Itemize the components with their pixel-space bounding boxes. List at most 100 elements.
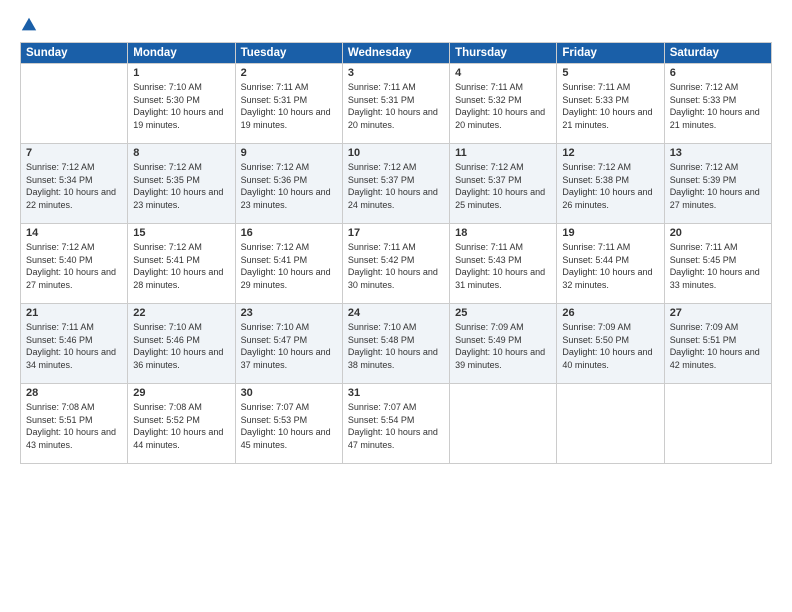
day-info: Sunrise: 7:12 AMSunset: 5:39 PMDaylight:… [670, 162, 760, 210]
day-cell: 20 Sunrise: 7:11 AMSunset: 5:45 PMDaylig… [664, 224, 771, 304]
day-number: 3 [348, 67, 444, 79]
header-cell-friday: Friday [557, 43, 664, 64]
day-cell [664, 384, 771, 464]
day-cell: 17 Sunrise: 7:11 AMSunset: 5:42 PMDaylig… [342, 224, 449, 304]
header-cell-monday: Monday [128, 43, 235, 64]
day-cell: 16 Sunrise: 7:12 AMSunset: 5:41 PMDaylig… [235, 224, 342, 304]
week-row-3: 14 Sunrise: 7:12 AMSunset: 5:40 PMDaylig… [21, 224, 772, 304]
header-cell-sunday: Sunday [21, 43, 128, 64]
day-info: Sunrise: 7:11 AMSunset: 5:43 PMDaylight:… [455, 242, 545, 290]
day-info: Sunrise: 7:11 AMSunset: 5:31 PMDaylight:… [348, 82, 438, 130]
day-info: Sunrise: 7:07 AMSunset: 5:54 PMDaylight:… [348, 402, 438, 450]
week-row-4: 21 Sunrise: 7:11 AMSunset: 5:46 PMDaylig… [21, 304, 772, 384]
day-number: 10 [348, 147, 444, 159]
day-info: Sunrise: 7:11 AMSunset: 5:42 PMDaylight:… [348, 242, 438, 290]
day-number: 17 [348, 227, 444, 239]
day-number: 23 [241, 307, 337, 319]
day-info: Sunrise: 7:09 AMSunset: 5:51 PMDaylight:… [670, 322, 760, 370]
day-info: Sunrise: 7:12 AMSunset: 5:36 PMDaylight:… [241, 162, 331, 210]
day-info: Sunrise: 7:12 AMSunset: 5:37 PMDaylight:… [455, 162, 545, 210]
day-info: Sunrise: 7:08 AMSunset: 5:51 PMDaylight:… [26, 402, 116, 450]
header-cell-wednesday: Wednesday [342, 43, 449, 64]
calendar-table: SundayMondayTuesdayWednesdayThursdayFrid… [20, 42, 772, 464]
day-cell: 18 Sunrise: 7:11 AMSunset: 5:43 PMDaylig… [450, 224, 557, 304]
logo [20, 16, 40, 34]
day-cell: 8 Sunrise: 7:12 AMSunset: 5:35 PMDayligh… [128, 144, 235, 224]
day-number: 28 [26, 387, 122, 399]
day-cell: 30 Sunrise: 7:07 AMSunset: 5:53 PMDaylig… [235, 384, 342, 464]
day-number: 27 [670, 307, 766, 319]
day-info: Sunrise: 7:12 AMSunset: 5:41 PMDaylight:… [133, 242, 223, 290]
day-info: Sunrise: 7:10 AMSunset: 5:30 PMDaylight:… [133, 82, 223, 130]
day-cell: 10 Sunrise: 7:12 AMSunset: 5:37 PMDaylig… [342, 144, 449, 224]
day-number: 14 [26, 227, 122, 239]
day-cell [21, 64, 128, 144]
day-cell: 15 Sunrise: 7:12 AMSunset: 5:41 PMDaylig… [128, 224, 235, 304]
day-info: Sunrise: 7:07 AMSunset: 5:53 PMDaylight:… [241, 402, 331, 450]
day-cell: 4 Sunrise: 7:11 AMSunset: 5:32 PMDayligh… [450, 64, 557, 144]
day-cell: 1 Sunrise: 7:10 AMSunset: 5:30 PMDayligh… [128, 64, 235, 144]
day-number: 13 [670, 147, 766, 159]
day-info: Sunrise: 7:12 AMSunset: 5:41 PMDaylight:… [241, 242, 331, 290]
day-cell: 29 Sunrise: 7:08 AMSunset: 5:52 PMDaylig… [128, 384, 235, 464]
header [20, 16, 772, 34]
day-cell: 12 Sunrise: 7:12 AMSunset: 5:38 PMDaylig… [557, 144, 664, 224]
day-number: 6 [670, 67, 766, 79]
day-info: Sunrise: 7:11 AMSunset: 5:32 PMDaylight:… [455, 82, 545, 130]
day-info: Sunrise: 7:12 AMSunset: 5:37 PMDaylight:… [348, 162, 438, 210]
header-cell-thursday: Thursday [450, 43, 557, 64]
calendar-header: SundayMondayTuesdayWednesdayThursdayFrid… [21, 43, 772, 64]
day-info: Sunrise: 7:08 AMSunset: 5:52 PMDaylight:… [133, 402, 223, 450]
day-number: 21 [26, 307, 122, 319]
header-cell-tuesday: Tuesday [235, 43, 342, 64]
day-number: 31 [348, 387, 444, 399]
day-cell: 2 Sunrise: 7:11 AMSunset: 5:31 PMDayligh… [235, 64, 342, 144]
day-cell: 6 Sunrise: 7:12 AMSunset: 5:33 PMDayligh… [664, 64, 771, 144]
day-cell: 22 Sunrise: 7:10 AMSunset: 5:46 PMDaylig… [128, 304, 235, 384]
day-info: Sunrise: 7:09 AMSunset: 5:49 PMDaylight:… [455, 322, 545, 370]
day-info: Sunrise: 7:12 AMSunset: 5:35 PMDaylight:… [133, 162, 223, 210]
day-info: Sunrise: 7:09 AMSunset: 5:50 PMDaylight:… [562, 322, 652, 370]
day-info: Sunrise: 7:12 AMSunset: 5:38 PMDaylight:… [562, 162, 652, 210]
day-number: 20 [670, 227, 766, 239]
header-cell-saturday: Saturday [664, 43, 771, 64]
day-cell: 24 Sunrise: 7:10 AMSunset: 5:48 PMDaylig… [342, 304, 449, 384]
day-info: Sunrise: 7:11 AMSunset: 5:33 PMDaylight:… [562, 82, 652, 130]
week-row-5: 28 Sunrise: 7:08 AMSunset: 5:51 PMDaylig… [21, 384, 772, 464]
day-cell: 27 Sunrise: 7:09 AMSunset: 5:51 PMDaylig… [664, 304, 771, 384]
day-number: 11 [455, 147, 551, 159]
day-number: 19 [562, 227, 658, 239]
day-cell: 13 Sunrise: 7:12 AMSunset: 5:39 PMDaylig… [664, 144, 771, 224]
day-number: 2 [241, 67, 337, 79]
day-cell: 5 Sunrise: 7:11 AMSunset: 5:33 PMDayligh… [557, 64, 664, 144]
day-info: Sunrise: 7:11 AMSunset: 5:45 PMDaylight:… [670, 242, 760, 290]
day-info: Sunrise: 7:12 AMSunset: 5:33 PMDaylight:… [670, 82, 760, 130]
day-cell: 26 Sunrise: 7:09 AMSunset: 5:50 PMDaylig… [557, 304, 664, 384]
day-number: 1 [133, 67, 229, 79]
day-cell: 21 Sunrise: 7:11 AMSunset: 5:46 PMDaylig… [21, 304, 128, 384]
day-number: 30 [241, 387, 337, 399]
day-cell: 9 Sunrise: 7:12 AMSunset: 5:36 PMDayligh… [235, 144, 342, 224]
day-info: Sunrise: 7:12 AMSunset: 5:40 PMDaylight:… [26, 242, 116, 290]
day-info: Sunrise: 7:10 AMSunset: 5:47 PMDaylight:… [241, 322, 331, 370]
day-cell [450, 384, 557, 464]
day-cell: 31 Sunrise: 7:07 AMSunset: 5:54 PMDaylig… [342, 384, 449, 464]
calendar-page: SundayMondayTuesdayWednesdayThursdayFrid… [0, 0, 792, 612]
day-info: Sunrise: 7:12 AMSunset: 5:34 PMDaylight:… [26, 162, 116, 210]
day-number: 24 [348, 307, 444, 319]
day-cell: 11 Sunrise: 7:12 AMSunset: 5:37 PMDaylig… [450, 144, 557, 224]
day-cell: 7 Sunrise: 7:12 AMSunset: 5:34 PMDayligh… [21, 144, 128, 224]
day-info: Sunrise: 7:11 AMSunset: 5:31 PMDaylight:… [241, 82, 331, 130]
week-row-2: 7 Sunrise: 7:12 AMSunset: 5:34 PMDayligh… [21, 144, 772, 224]
day-number: 16 [241, 227, 337, 239]
day-number: 22 [133, 307, 229, 319]
day-number: 25 [455, 307, 551, 319]
day-number: 15 [133, 227, 229, 239]
day-number: 29 [133, 387, 229, 399]
day-cell: 3 Sunrise: 7:11 AMSunset: 5:31 PMDayligh… [342, 64, 449, 144]
day-cell: 25 Sunrise: 7:09 AMSunset: 5:49 PMDaylig… [450, 304, 557, 384]
day-number: 7 [26, 147, 122, 159]
logo-icon [20, 16, 38, 34]
day-cell: 28 Sunrise: 7:08 AMSunset: 5:51 PMDaylig… [21, 384, 128, 464]
day-cell: 23 Sunrise: 7:10 AMSunset: 5:47 PMDaylig… [235, 304, 342, 384]
